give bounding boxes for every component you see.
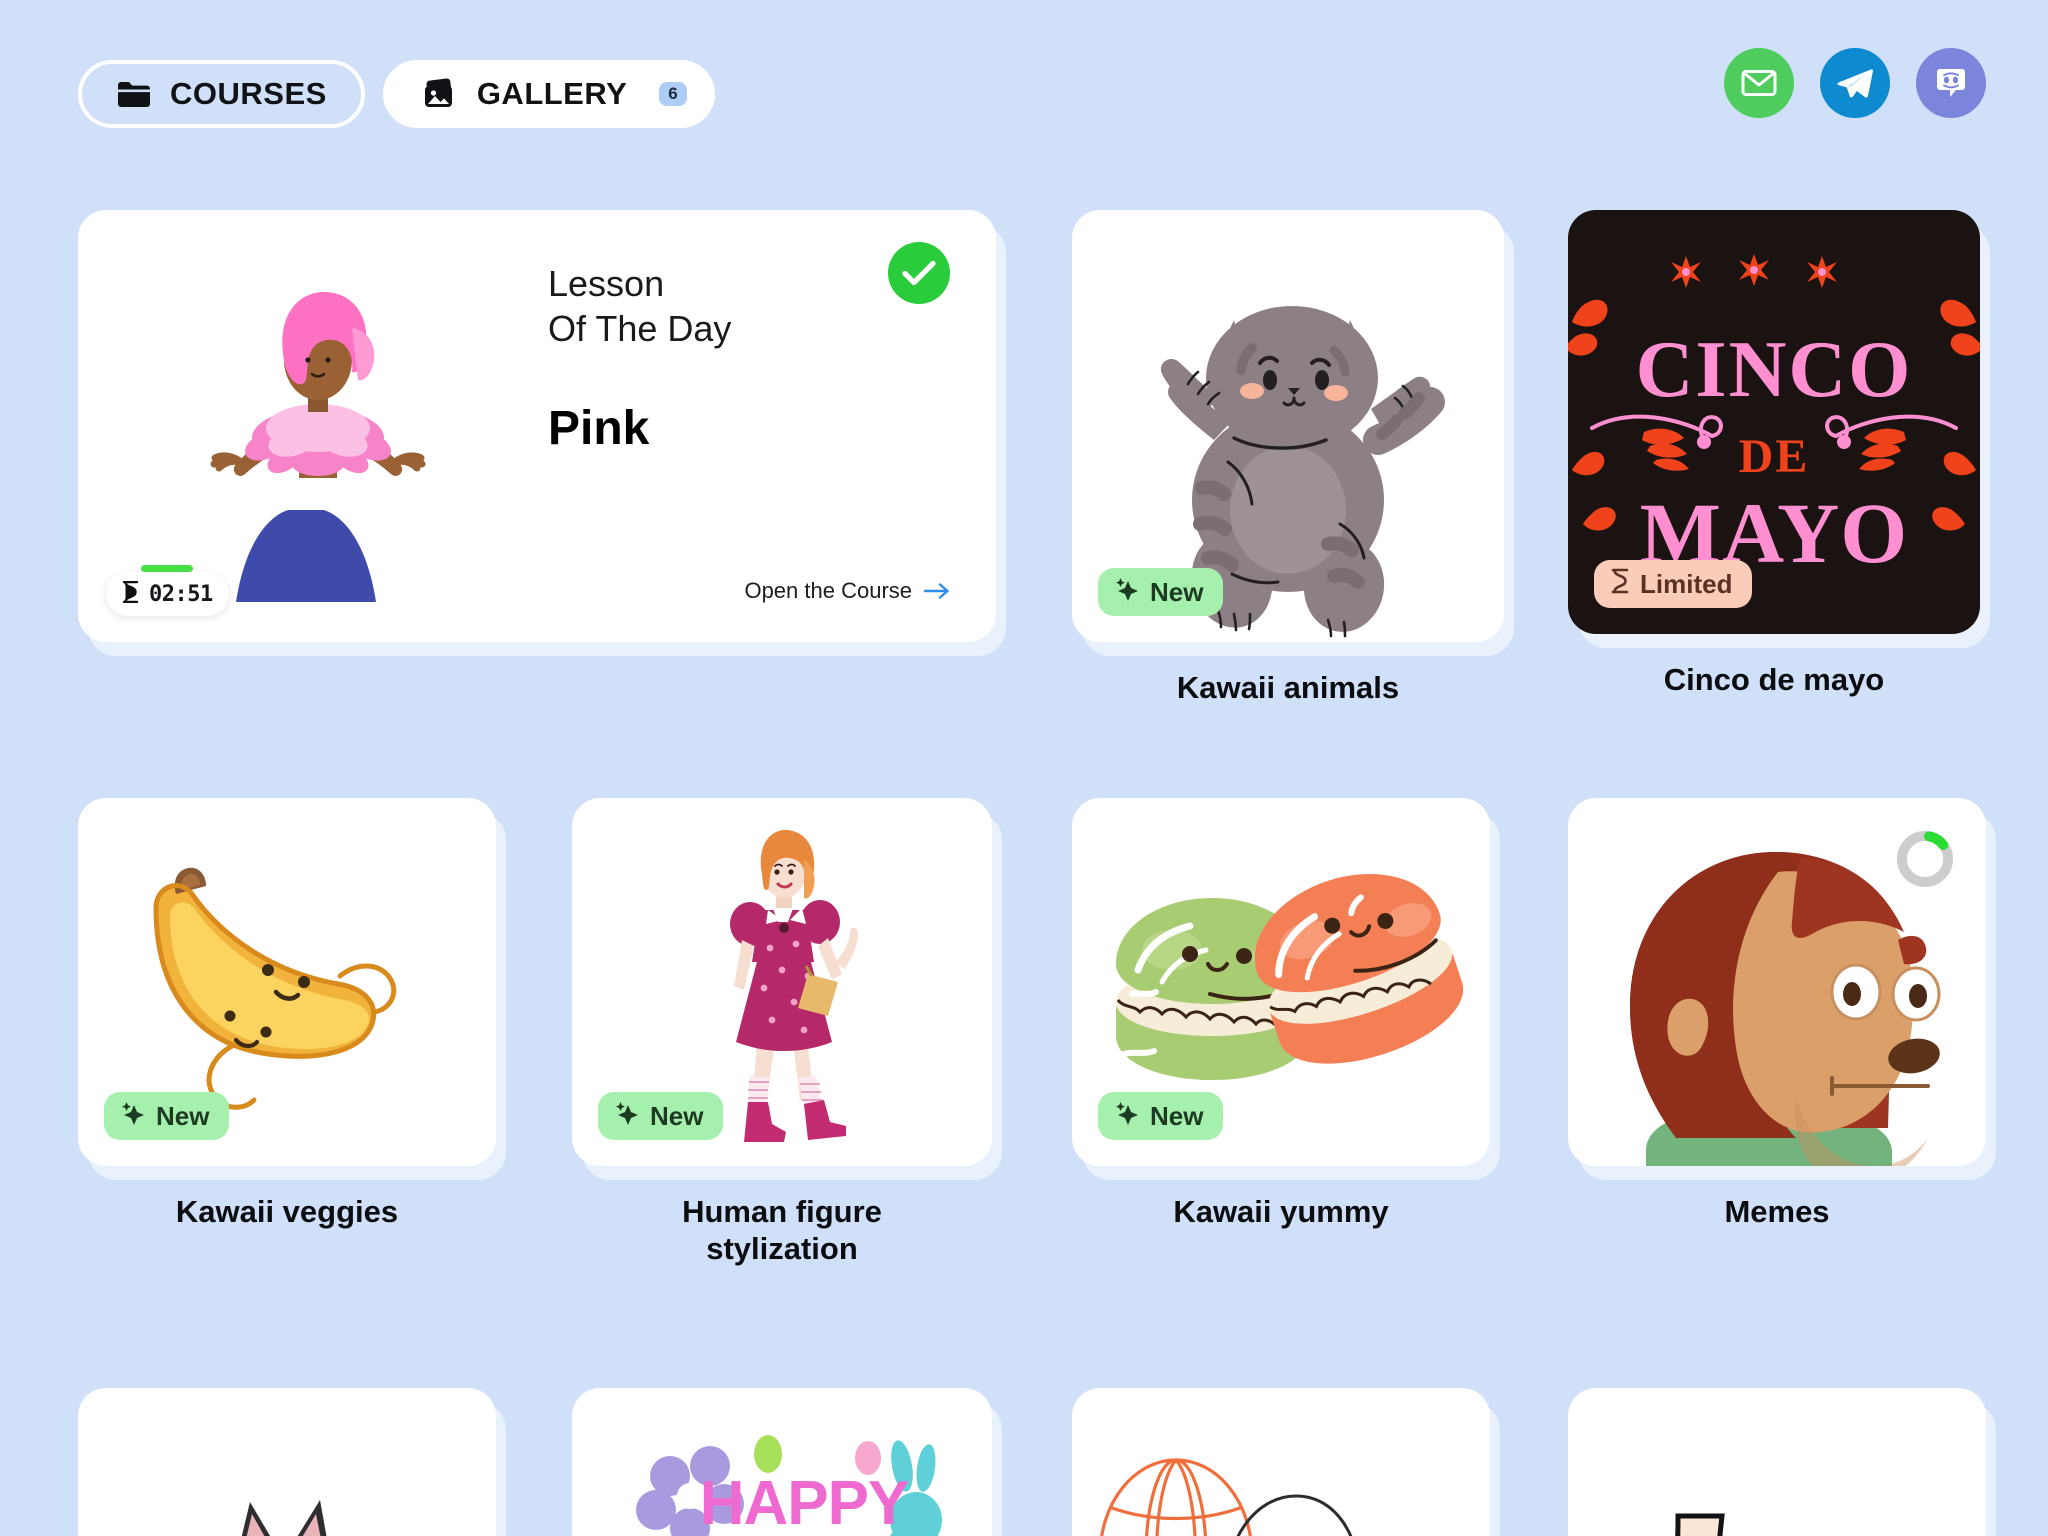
card-husky[interactable]	[78, 1388, 496, 1536]
progress-ring-memes	[1897, 831, 1953, 887]
badge-new-kawaii-yummy: New	[1098, 1092, 1224, 1140]
card-wrap-husky	[78, 1388, 496, 1536]
lesson-info: Lesson Of The Day Pink Open the Course	[548, 210, 996, 642]
card-wrap-happy-easter: HAPPY	[572, 1388, 992, 1536]
card-happy-easter[interactable]: HAPPY	[572, 1388, 992, 1536]
lesson-timer-value: 02:51	[149, 581, 213, 607]
badge-new-kawaii-animals: New	[1098, 568, 1224, 616]
telegram-icon[interactable]	[1820, 48, 1890, 118]
tab-gallery-label: GALLERY	[476, 76, 628, 111]
badge-label: New	[1150, 1100, 1204, 1131]
lesson-title: Pink	[548, 402, 650, 456]
badge-limited-cinco-de-mayo: Limited	[1594, 560, 1753, 608]
hourglass-icon	[122, 580, 139, 608]
tab-courses-label: COURSES	[170, 76, 327, 111]
de-text: DE	[1739, 430, 1810, 483]
tab-gallery[interactable]: GALLERY 6	[382, 60, 715, 128]
card-wrap-cinco-de-mayo: CINCO DE MAYO Limited Cinco de mayo	[1568, 210, 1980, 697]
sparkle-icon	[614, 1100, 640, 1133]
sparkle-icon	[1114, 576, 1140, 609]
card-wrap-anatomy	[1568, 1388, 1986, 1536]
anatomy-artwork	[1568, 1388, 1986, 1536]
badge-label: New	[650, 1100, 704, 1131]
lesson-kicker-line2: Of The Day	[548, 307, 732, 349]
sparkle-icon	[120, 1100, 146, 1133]
card-title-kawaii-animals: Kawaii animals	[1176, 670, 1400, 705]
check-icon	[888, 242, 950, 304]
email-icon[interactable]	[1724, 48, 1794, 118]
open-course-label: Open the Course	[744, 578, 912, 603]
open-course-link[interactable]: Open the Course	[744, 578, 950, 604]
tab-gallery-badge: 6	[659, 82, 687, 106]
badge-label: New	[156, 1100, 210, 1131]
card-wrap-human-figure-stylization: New Human figure stylization	[572, 798, 992, 1266]
arrow-right-icon	[924, 583, 949, 599]
card-anatomy[interactable]	[1568, 1388, 1986, 1536]
card-wrap-head-construction	[1072, 1388, 1490, 1536]
gallery-icon	[421, 78, 459, 110]
head-construction-artwork	[1072, 1388, 1490, 1536]
card-title-cinco-de-mayo: Cinco de mayo	[1663, 662, 1885, 697]
hourglass-icon	[1610, 568, 1630, 601]
top-bar: COURSES GALLERY 6	[0, 0, 2048, 148]
card-title-kawaii-veggies: Kawaii veggies	[175, 1194, 399, 1229]
badge-label: Limited	[1640, 568, 1733, 599]
card-memes[interactable]	[1568, 798, 1986, 1166]
card-human-figure-stylization[interactable]: New	[572, 798, 992, 1166]
card-kawaii-yummy[interactable]: New	[1072, 798, 1490, 1166]
card-title-human-figure-stylization: Human figure stylization	[682, 1194, 882, 1266]
card-wrap-kawaii-yummy: New Kawaii yummy	[1072, 798, 1490, 1229]
card-cinco-de-mayo[interactable]: CINCO DE MAYO Limited	[1568, 210, 1980, 634]
card-kawaii-veggies[interactable]: New	[78, 798, 496, 1166]
discord-icon[interactable]	[1916, 48, 1986, 118]
sparkle-icon	[1114, 1100, 1140, 1133]
card-head-construction[interactable]	[1072, 1388, 1490, 1536]
badge-label: New	[1150, 576, 1204, 607]
card-wrap-memes: Memes	[1568, 798, 1986, 1229]
happy-text: HAPPY	[700, 1469, 909, 1536]
card-title-memes: Memes	[1724, 1194, 1830, 1229]
tab-courses[interactable]: COURSES	[78, 60, 365, 128]
card-title-kawaii-yummy: Kawaii yummy	[1173, 1194, 1389, 1229]
cinco-text: CINCO	[1636, 326, 1913, 414]
badge-new-human-figure: New	[598, 1092, 724, 1140]
tab-bar: COURSES GALLERY 6	[78, 60, 715, 128]
folder-icon	[116, 79, 152, 109]
husky-artwork	[78, 1388, 496, 1536]
card-wrap-kawaii-veggies: New Kawaii veggies	[78, 798, 496, 1229]
social-links	[1724, 48, 1986, 118]
card-wrap-kawaii-animals: New Kawaii animals	[1072, 210, 1504, 705]
lesson-timer: 02:51	[106, 565, 229, 616]
badge-new-kawaii-veggies: New	[104, 1092, 230, 1140]
lesson-of-the-day-card[interactable]: Lesson Of The Day Pink Open the Course 0…	[78, 210, 996, 642]
lesson-progress-bar	[141, 565, 194, 572]
happy-easter-artwork: HAPPY	[572, 1388, 992, 1536]
card-kawaii-animals[interactable]: New	[1072, 210, 1504, 642]
lesson-of-the-day-card-wrap: Lesson Of The Day Pink Open the Course 0…	[78, 210, 996, 642]
